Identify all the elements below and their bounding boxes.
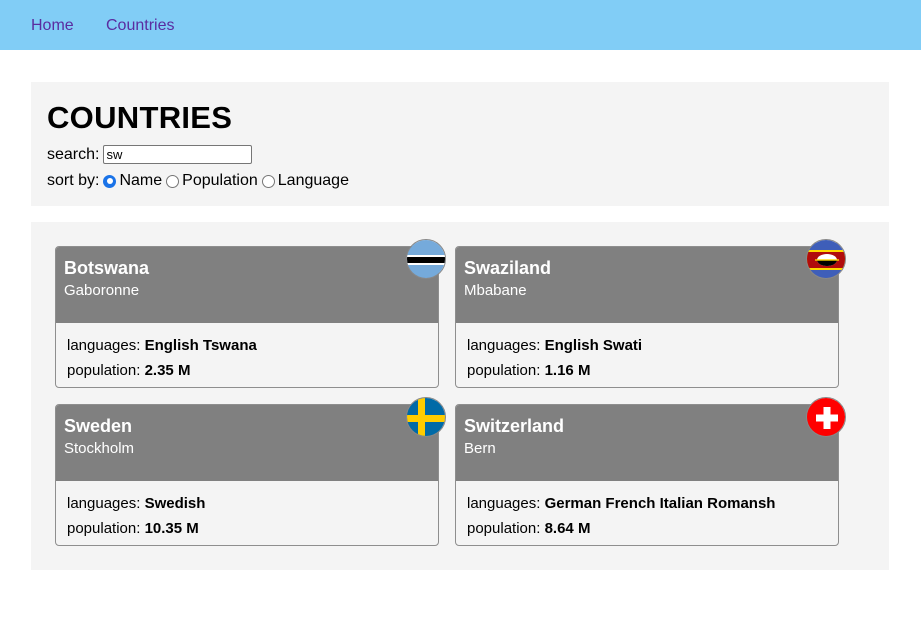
country-card[interactable]: Swaziland Mbabane languages: English Swa… — [455, 239, 846, 388]
country-capital: Bern — [464, 440, 496, 457]
sort-language-radio[interactable] — [261, 174, 275, 188]
card-body: languages: English Swati population: 1.1… — [467, 333, 642, 383]
nav-link-home[interactable]: Home — [31, 16, 74, 35]
search-input[interactable] — [103, 145, 253, 164]
countries-grid: Botswana Gaboronne languages: English Ts… — [31, 222, 889, 570]
country-population: 10.35 M — [144, 520, 199, 537]
country-card[interactable]: Botswana Gaboronne languages: English Ts… — [55, 239, 446, 388]
sort-population-radio[interactable] — [166, 174, 180, 188]
country-capital: Gaboronne — [64, 282, 140, 299]
sort-population-label[interactable]: Population — [182, 172, 258, 190]
top-navbar: Home Countries — [0, 0, 921, 50]
card-header: Sweden Stockholm — [56, 405, 438, 481]
nav-link-countries[interactable]: Countries — [106, 16, 174, 35]
languages-label: languages: — [467, 495, 541, 512]
population-label: population: — [67, 520, 141, 537]
country-name: Switzerland — [464, 416, 565, 436]
country-capital: Mbabane — [464, 282, 527, 299]
controls-panel: COUNTRIES search: sort by: Name Populati… — [31, 82, 889, 206]
country-population: 1.16 M — [544, 362, 591, 379]
card-body: languages: English Tswana population: 2.… — [67, 333, 257, 383]
country-population: 8.64 M — [544, 520, 591, 537]
sort-label: sort by: — [47, 172, 100, 189]
botswana-flag-icon — [406, 239, 446, 279]
sort-row: sort by: Name Population Language — [47, 172, 349, 190]
population-label: population: — [467, 362, 541, 379]
page-title: COUNTRIES — [47, 100, 233, 135]
country-card[interactable]: Sweden Stockholm languages: Swedish popu… — [55, 397, 446, 546]
country-name: Sweden — [64, 416, 133, 436]
languages-label: languages: — [67, 337, 141, 354]
card-header: Botswana Gaboronne — [56, 247, 438, 323]
country-capital: Stockholm — [64, 440, 135, 457]
switzerland-flag-icon — [806, 397, 846, 437]
population-label: population: — [467, 520, 541, 537]
country-name: Swaziland — [464, 258, 552, 278]
search-row: search: — [47, 145, 253, 164]
card-body: languages: Swedish population: 10.35 M — [67, 491, 205, 541]
card-header: Swaziland Mbabane — [456, 247, 838, 323]
country-card[interactable]: Switzerland Bern languages: German Frenc… — [455, 397, 846, 546]
languages-label: languages: — [67, 495, 141, 512]
country-languages: English Tswana — [144, 337, 257, 354]
population-label: population: — [67, 362, 141, 379]
sort-name-label[interactable]: Name — [119, 172, 162, 190]
card-header: Switzerland Bern — [456, 405, 838, 481]
country-population: 2.35 M — [144, 362, 191, 379]
languages-label: languages: — [467, 337, 541, 354]
country-languages: English Swati — [544, 337, 643, 354]
country-languages: German French Italian Romansh — [544, 495, 776, 512]
sweden-flag-icon — [406, 397, 446, 437]
card-body: languages: German French Italian Romansh… — [467, 491, 775, 541]
sort-name-radio[interactable] — [103, 174, 117, 188]
search-label: search: — [47, 145, 100, 163]
country-languages: Swedish — [144, 495, 206, 512]
country-name: Botswana — [64, 258, 150, 278]
swaziland-flag-icon — [806, 239, 846, 279]
sort-language-label[interactable]: Language — [278, 172, 349, 190]
